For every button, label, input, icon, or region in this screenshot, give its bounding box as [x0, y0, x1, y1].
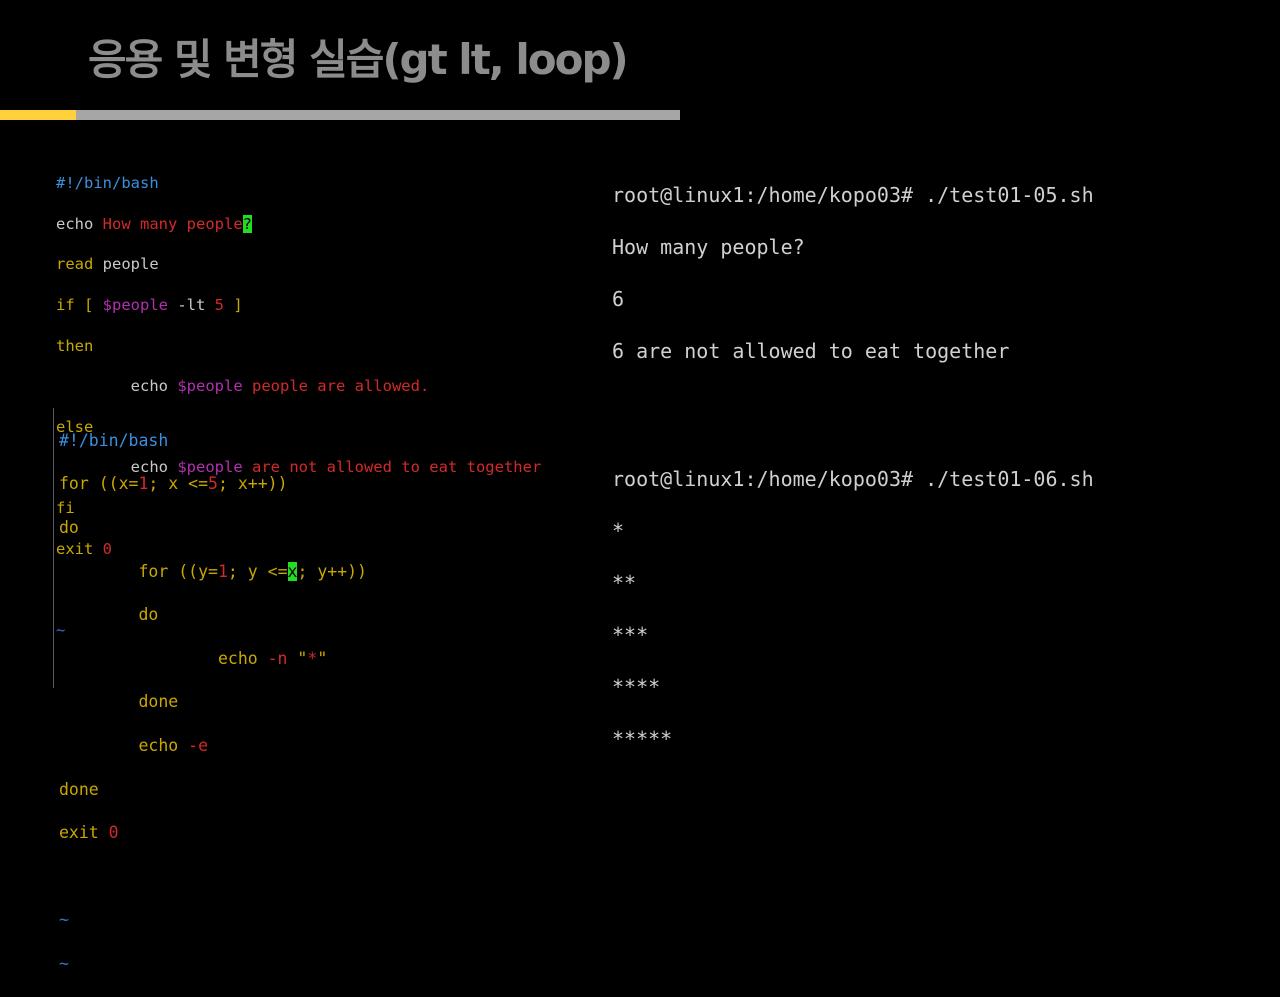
- script1-line-read: read people: [56, 254, 541, 274]
- shebang: #!/bin/bash: [59, 430, 169, 450]
- terminal-line: root@linux1:/home/kopo03# ./test01-05.sh: [612, 183, 1094, 207]
- terminal-line: root@linux1:/home/kopo03# ./test01-06.sh: [612, 467, 1094, 491]
- terminal-output-2: root@linux1:/home/kopo03# ./test01-06.sh…: [612, 440, 1094, 778]
- script1-line-if: if [ $people -lt 5 ]: [56, 295, 541, 315]
- script2-line-shebang: #!/bin/bash: [59, 430, 367, 452]
- flag-e: -e: [188, 735, 209, 755]
- title-divider-bar: [76, 110, 680, 120]
- terminal-line: ****: [612, 675, 661, 699]
- done-keyword: done: [59, 779, 99, 799]
- echo-command: echo: [56, 214, 94, 233]
- script2-line-exit: exit 0: [59, 822, 367, 844]
- script1-line-shebang: #!/bin/bash: [56, 173, 541, 193]
- shebang: #!/bin/bash: [56, 174, 159, 193]
- script2-line-tilde: ~: [59, 909, 367, 931]
- lt-operator: -lt: [168, 296, 215, 315]
- number-literal: 1: [138, 474, 149, 494]
- number-literal: 5: [214, 296, 225, 315]
- for-keyword: for ((x=: [59, 474, 139, 494]
- script2-line-do-inner: do: [59, 604, 367, 626]
- flag-n: -n: [267, 648, 288, 668]
- echo-command: echo: [217, 648, 268, 668]
- terminal-line: *: [612, 519, 625, 543]
- script2-line-echo-e: echo -e: [59, 735, 367, 757]
- editor-cursor: x: [287, 561, 298, 581]
- echo-command: echo: [138, 735, 189, 755]
- slide-title: 응용 및 변형 실습(gt lt, loop): [88, 35, 629, 84]
- terminal-line: How many people?: [612, 235, 805, 259]
- do-keyword: do: [59, 517, 79, 537]
- script2-line-for-inner: for ((y=1; y <=x; y++)): [138, 561, 367, 581]
- terminal-line: **: [612, 571, 637, 595]
- script2-line-for-outer: for ((x=1; x <=5; x++)): [59, 474, 288, 494]
- terminal-output-1: root@linux1:/home/kopo03# ./test01-05.sh…: [612, 156, 1094, 390]
- number-literal: 5: [208, 474, 218, 494]
- echo-command: echo: [130, 377, 168, 396]
- script2-line-done: done: [59, 779, 367, 801]
- script1-line-echo-prompt: echo How many people?: [56, 214, 541, 234]
- script2-line-done-inner: done: [59, 691, 367, 713]
- script2-editor-edge: [53, 408, 54, 688]
- if-close: ]: [224, 296, 243, 315]
- script2-editor: #!/bin/bash for ((x=1; x <=5; x++)) do f…: [59, 408, 367, 997]
- do-keyword: do: [138, 605, 159, 625]
- read-variable: people: [102, 255, 159, 274]
- variable-ref: $people: [177, 377, 243, 396]
- terminal-line: ***: [612, 623, 649, 647]
- prompt-string: How many people: [102, 214, 243, 233]
- script2-line-do: do: [59, 517, 367, 539]
- empty-line-tilde: ~: [59, 910, 69, 930]
- script2-line-echo-n: echo -n "*": [217, 648, 328, 668]
- terminal-line: *****: [612, 727, 673, 751]
- done-keyword: done: [138, 692, 179, 712]
- number-literal: 1: [217, 561, 228, 581]
- allowed-string: people are allowed.: [242, 377, 430, 396]
- empty-line-tilde: ~: [59, 953, 69, 973]
- star-literal: *: [307, 648, 318, 668]
- variable-ref: $people: [102, 296, 168, 315]
- terminal-line: 6 are not allowed to eat together: [612, 339, 1010, 363]
- for-keyword: for ((y=: [138, 561, 218, 581]
- script1-line-then: then: [56, 336, 541, 356]
- terminal-line: 6: [612, 287, 625, 311]
- exit-command: exit: [59, 823, 109, 843]
- read-command: read: [56, 255, 94, 274]
- script2-line-tilde: ~: [59, 953, 367, 975]
- exit-code: 0: [108, 823, 119, 843]
- editor-cursor: ?: [242, 214, 252, 233]
- title-accent-bar: [0, 110, 76, 120]
- script1-line-echo-allowed: echo $people people are allowed.: [56, 376, 541, 396]
- then-keyword: then: [56, 336, 94, 355]
- if-keyword: if [: [56, 296, 103, 315]
